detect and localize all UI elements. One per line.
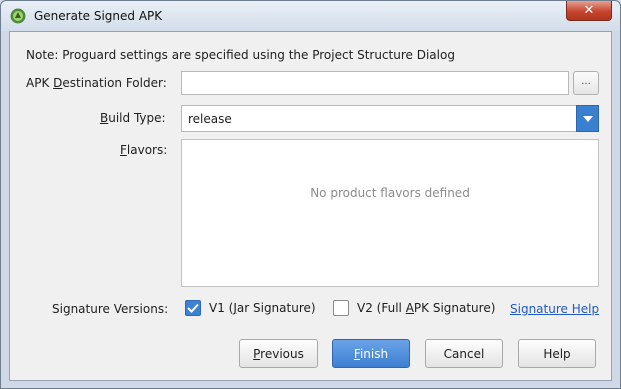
close-button[interactable]: ✕ [566,1,612,21]
android-studio-icon [10,8,26,24]
dialog-content: Note: Proguard settings are specified us… [9,31,612,381]
proguard-note: Note: Proguard settings are specified us… [26,48,455,62]
close-icon: ✕ [583,3,595,18]
flavors-empty-text: No product flavors defined [310,186,470,200]
dialog-window: Generate Signed APK ✕ Note: Proguard set… [0,0,621,389]
flavors-list[interactable]: No product flavors defined [181,139,599,287]
build-type-label: Build Type: [100,111,166,125]
cancel-button[interactable]: Cancel [425,339,503,368]
title-bar[interactable]: Generate Signed APK ✕ [1,1,620,31]
v1-signature-label: V1 (Jar Signature) [209,301,316,315]
dialog-title: Generate Signed APK [34,9,163,23]
checkbox-unchecked-icon[interactable] [333,300,349,316]
flavors-label: Flavors: [120,143,168,157]
chevron-down-icon[interactable] [576,105,599,132]
destination-label: APK Destination Folder: [26,76,167,90]
browse-button[interactable]: ... [573,71,599,95]
signature-help-link[interactable]: Signature Help [510,302,599,316]
signature-versions-label: Signature Versions: [52,302,169,316]
help-button[interactable]: Help [518,339,596,368]
previous-button[interactable]: Previous [239,339,318,368]
destination-folder-input[interactable] [181,71,569,95]
v2-signature-checkbox[interactable]: V2 (Full APK Signature) [333,300,495,316]
finish-button[interactable]: Finish [332,339,410,368]
build-type-select[interactable]: release [181,105,599,132]
checkbox-checked-icon[interactable] [185,300,201,316]
v2-signature-label: V2 (Full APK Signature) [357,301,496,315]
build-type-value: release [188,112,232,126]
v1-signature-checkbox[interactable]: V1 (Jar Signature) [185,300,316,316]
